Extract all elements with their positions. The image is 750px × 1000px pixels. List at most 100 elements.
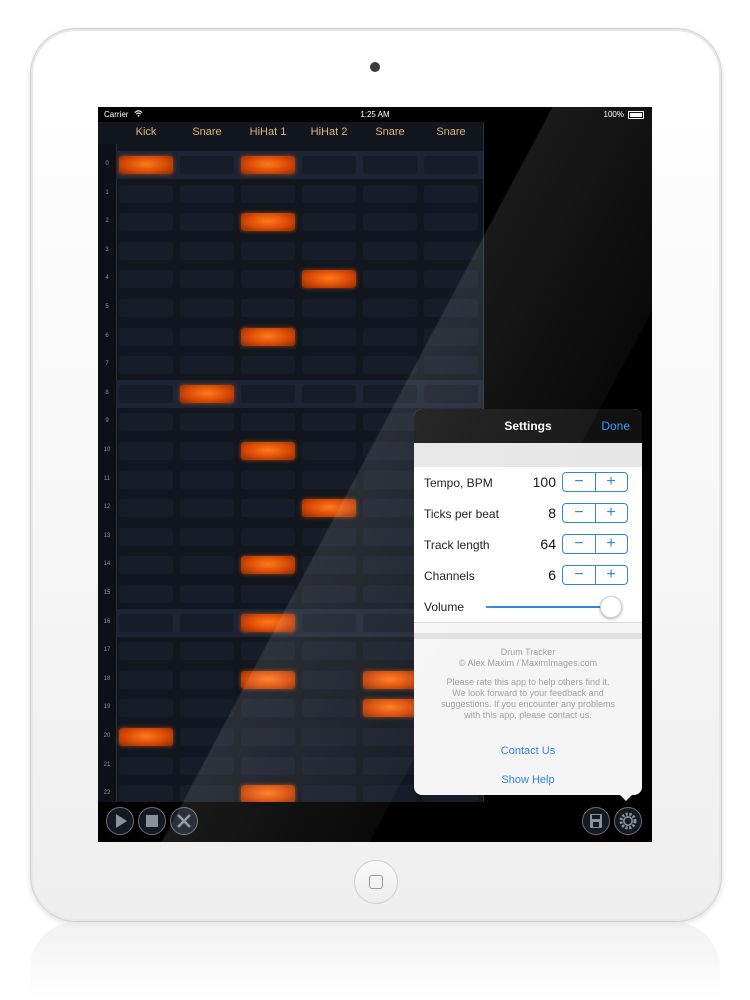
step-cell[interactable]: [119, 241, 173, 260]
channel-header[interactable]: Snare: [422, 126, 480, 138]
decrement-button[interactable]: −: [563, 566, 596, 584]
step-cell-active[interactable]: [302, 499, 356, 518]
show-help-link[interactable]: Show Help: [414, 774, 642, 786]
step-cell[interactable]: [241, 499, 295, 518]
step-cell[interactable]: [180, 270, 234, 289]
step-cell[interactable]: [363, 613, 417, 632]
step-cell[interactable]: [302, 728, 356, 746]
step-cell[interactable]: [180, 184, 234, 203]
increment-button[interactable]: +: [595, 504, 627, 522]
step-cell[interactable]: [363, 299, 417, 317]
step-cell[interactable]: [180, 299, 234, 317]
step-cell[interactable]: [302, 156, 356, 174]
step-cell[interactable]: [424, 184, 478, 203]
step-cell[interactable]: [119, 499, 173, 518]
step-cell[interactable]: [302, 785, 356, 804]
step-cell[interactable]: [180, 699, 234, 718]
channel-header[interactable]: Snare: [178, 126, 236, 138]
step-cell[interactable]: [302, 585, 356, 603]
decrement-button[interactable]: −: [563, 473, 596, 491]
step-cell[interactable]: [424, 299, 478, 317]
clear-button[interactable]: [170, 807, 198, 835]
step-cell-active[interactable]: [241, 327, 295, 346]
step-cell[interactable]: [180, 413, 234, 432]
step-cell[interactable]: [363, 241, 417, 260]
step-cell[interactable]: [302, 642, 356, 661]
step-cell[interactable]: [241, 699, 295, 718]
stop-button[interactable]: [138, 807, 166, 835]
step-cell[interactable]: [302, 327, 356, 346]
step-cell[interactable]: [302, 241, 356, 260]
step-cell[interactable]: [363, 213, 417, 232]
channel-header[interactable]: Snare: [361, 126, 419, 138]
step-cell[interactable]: [302, 356, 356, 375]
step-cell[interactable]: [241, 756, 295, 775]
step-cell[interactable]: [302, 384, 356, 403]
decrement-button[interactable]: −: [563, 535, 596, 553]
step-cell[interactable]: [180, 642, 234, 661]
step-cell[interactable]: [363, 556, 417, 575]
step-cell[interactable]: [424, 327, 478, 346]
step-cell[interactable]: [302, 413, 356, 432]
step-cell[interactable]: [363, 728, 417, 746]
step-cell[interactable]: [241, 241, 295, 260]
step-cell[interactable]: [302, 556, 356, 575]
step-cell[interactable]: [119, 213, 173, 232]
step-cell[interactable]: [363, 384, 417, 403]
save-button[interactable]: [582, 807, 610, 835]
step-cell[interactable]: [119, 184, 173, 203]
step-cell[interactable]: [241, 642, 295, 661]
step-cell[interactable]: [363, 270, 417, 289]
step-cell[interactable]: [363, 585, 417, 603]
step-cell[interactable]: [363, 756, 417, 775]
decrement-button[interactable]: −: [563, 504, 596, 522]
step-cell[interactable]: [119, 670, 173, 689]
volume-slider-track[interactable]: [486, 606, 616, 608]
step-cell[interactable]: [363, 499, 417, 518]
step-cell-active[interactable]: [363, 670, 417, 689]
track-length-stepper[interactable]: − +: [562, 534, 628, 554]
step-cell-active[interactable]: [241, 442, 295, 460]
step-cell[interactable]: [180, 213, 234, 232]
step-cell[interactable]: [363, 785, 417, 804]
step-cell[interactable]: [424, 384, 478, 403]
step-cell[interactable]: [180, 728, 234, 746]
step-cell[interactable]: [180, 756, 234, 775]
step-cell-active[interactable]: [302, 270, 356, 289]
step-cell-active[interactable]: [241, 156, 295, 174]
step-cell[interactable]: [119, 585, 173, 603]
step-cell[interactable]: [363, 470, 417, 489]
channel-header[interactable]: Kick: [117, 126, 175, 138]
step-cell[interactable]: [180, 585, 234, 603]
step-cell[interactable]: [302, 213, 356, 232]
step-cell[interactable]: [241, 184, 295, 203]
step-cell[interactable]: [180, 356, 234, 375]
step-cell-active[interactable]: [241, 785, 295, 804]
increment-button[interactable]: +: [595, 535, 627, 553]
step-cell[interactable]: [180, 670, 234, 689]
step-cell[interactable]: [180, 442, 234, 460]
step-cell-active[interactable]: [241, 670, 295, 689]
step-cell-active[interactable]: [241, 556, 295, 575]
channel-header[interactable]: HiHat 2: [300, 126, 358, 138]
step-cell[interactable]: [424, 156, 478, 174]
settings-button[interactable]: [614, 807, 642, 835]
channel-header[interactable]: HiHat 1: [239, 126, 297, 138]
step-cell[interactable]: [119, 642, 173, 661]
step-cell[interactable]: [241, 470, 295, 489]
step-cell[interactable]: [302, 613, 356, 632]
step-cell[interactable]: [363, 413, 417, 432]
step-cell[interactable]: [119, 384, 173, 403]
step-cell-active[interactable]: [241, 213, 295, 232]
increment-button[interactable]: +: [595, 566, 627, 584]
step-cell[interactable]: [241, 728, 295, 746]
step-cell[interactable]: [180, 556, 234, 575]
step-cell[interactable]: [119, 442, 173, 460]
step-cell[interactable]: [119, 299, 173, 317]
step-cell[interactable]: [302, 670, 356, 689]
step-cell[interactable]: [363, 327, 417, 346]
step-cell[interactable]: [363, 184, 417, 203]
step-cell[interactable]: [119, 699, 173, 718]
step-cell[interactable]: [119, 327, 173, 346]
step-cell-active[interactable]: [119, 728, 173, 746]
